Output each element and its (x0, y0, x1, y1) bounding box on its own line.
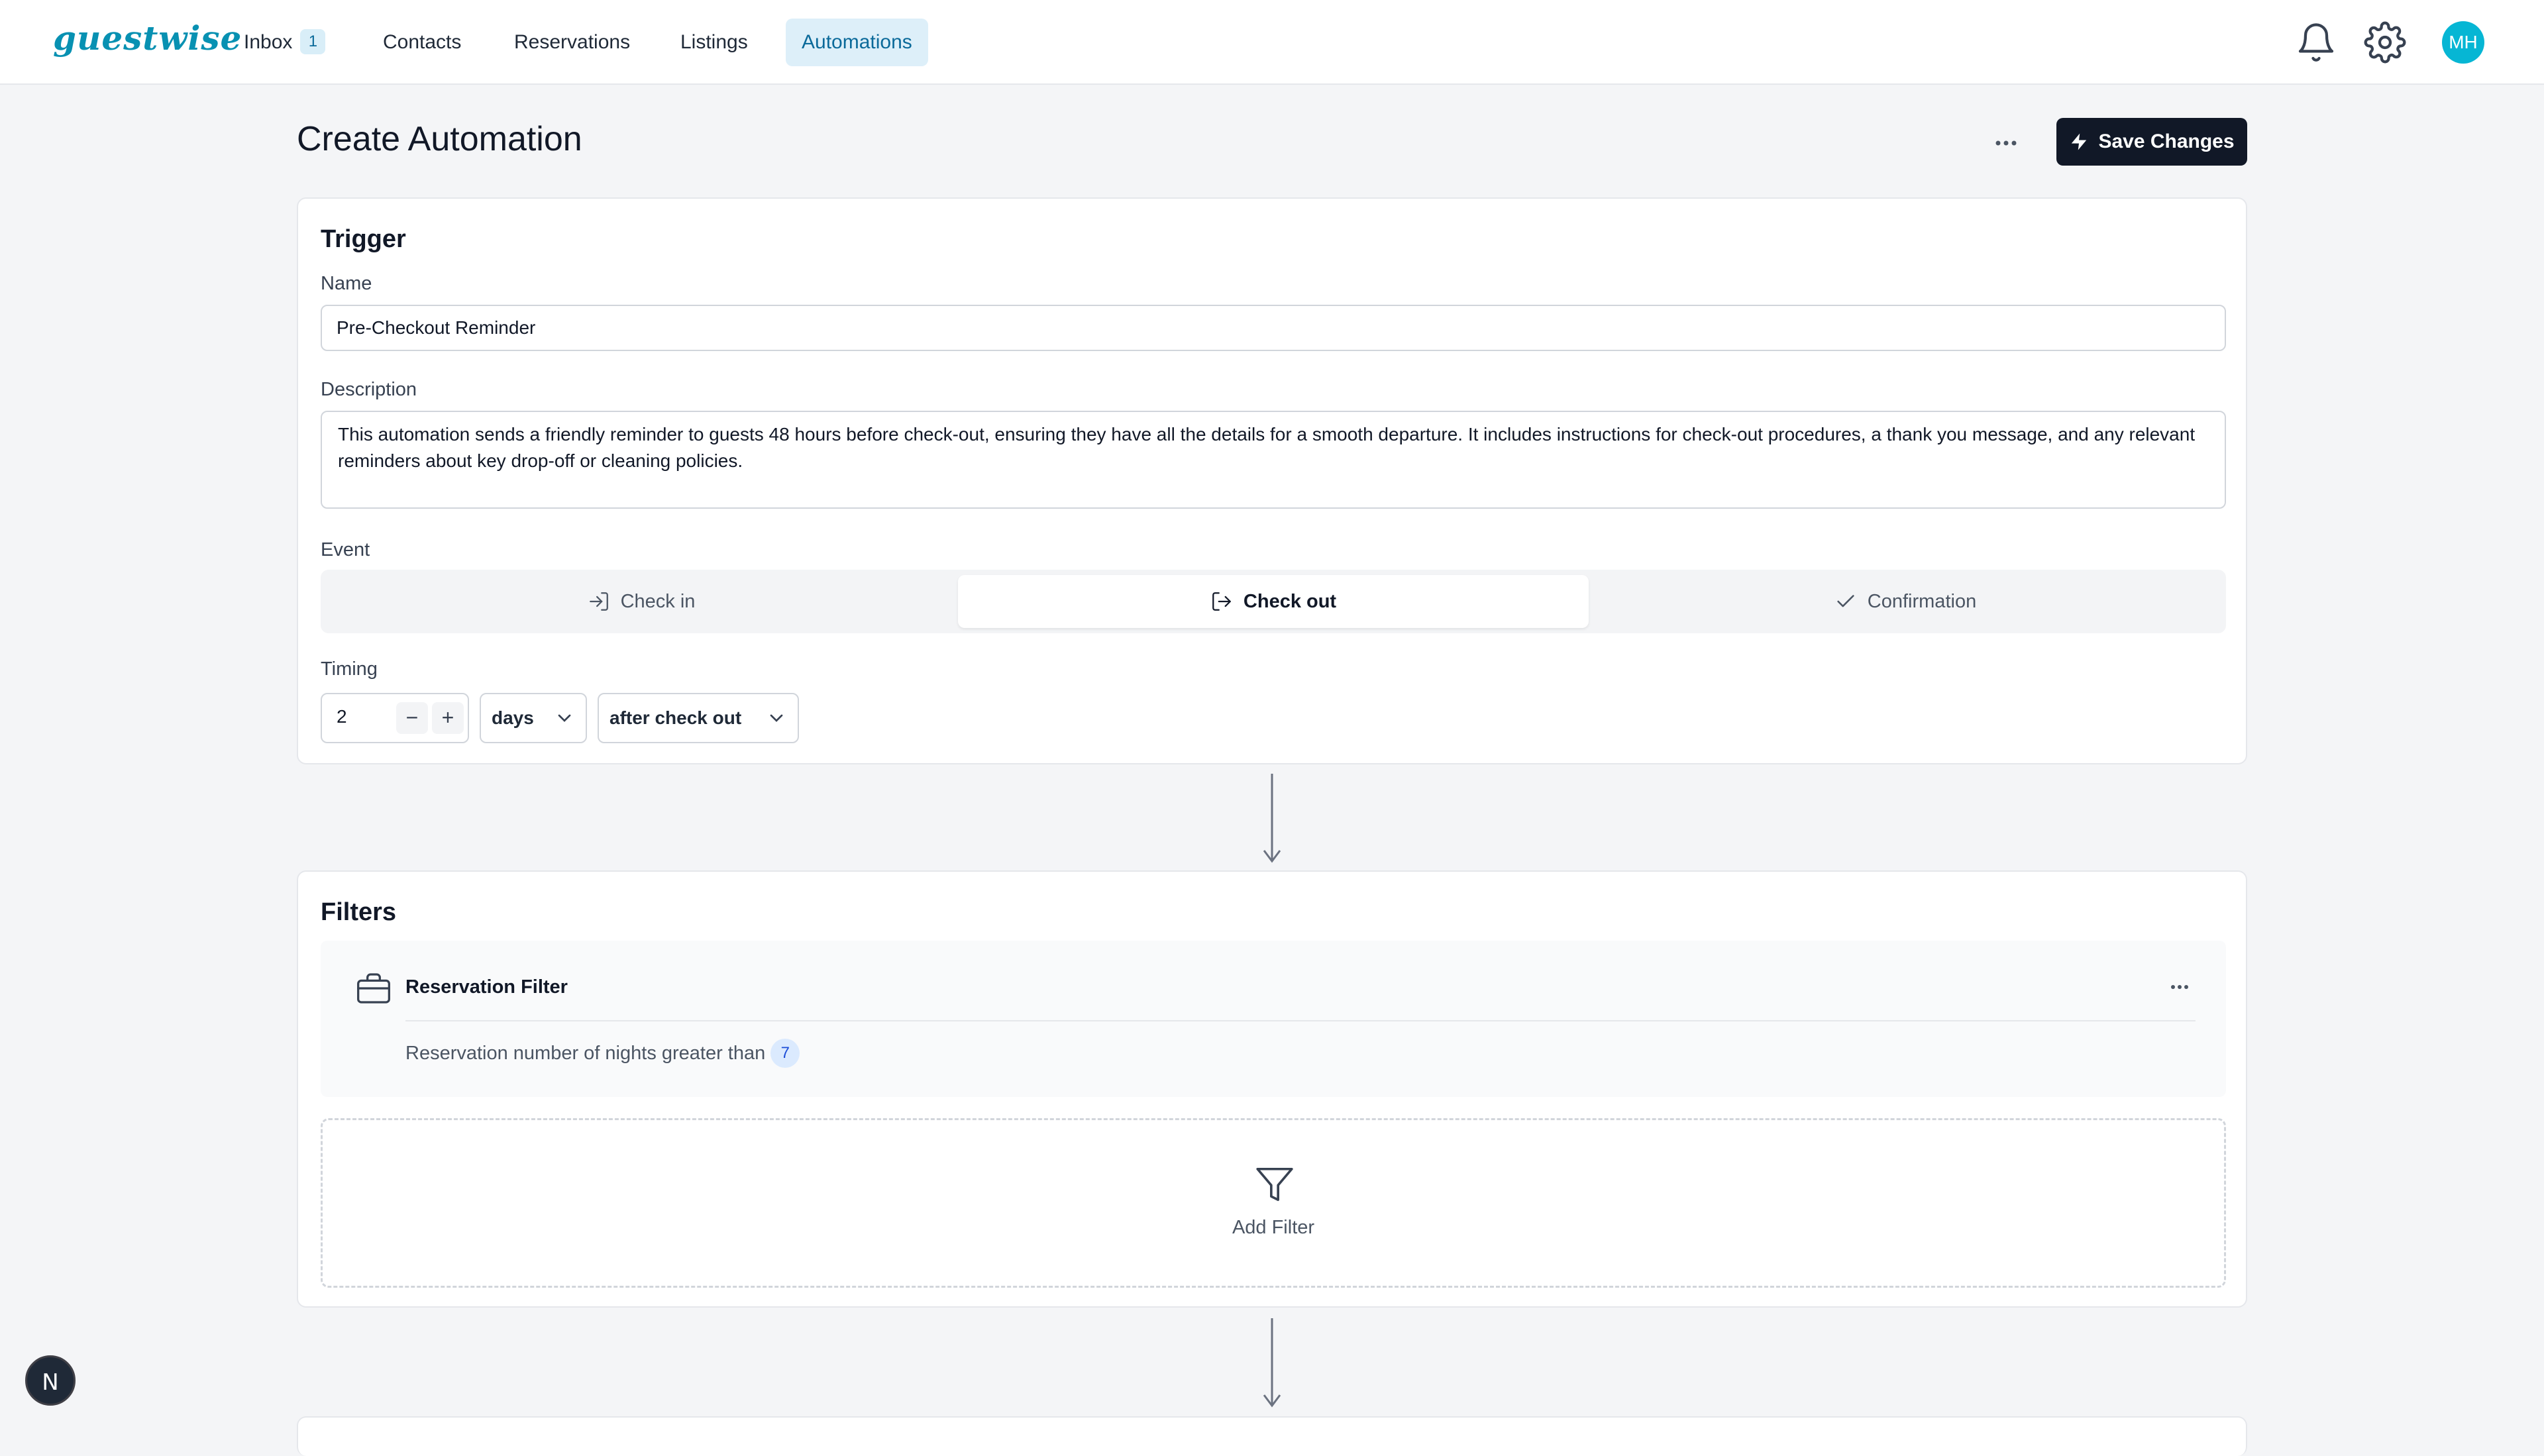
lightning-icon (2072, 133, 2087, 150)
chevron-down-icon (558, 714, 571, 722)
automation-name-input[interactable] (321, 305, 2226, 351)
save-button-label: Save Changes (2098, 130, 2235, 152)
flow-arrow-down-icon (1263, 1318, 1281, 1408)
event-option-label: Check out (1243, 590, 1337, 612)
timing-quantity-value[interactable]: 2 (337, 706, 347, 727)
event-segmented-control: Check in Check out Confirmation (321, 570, 2226, 633)
reservation-filter-item[interactable]: Reservation Filter Reservation number of… (321, 941, 2226, 1097)
timing-quantity-stepper: 2 − + (321, 693, 469, 743)
filter-more-options-icon[interactable] (2164, 974, 2196, 1000)
event-option-check-in[interactable]: Check in (326, 575, 957, 628)
timing-unit-select[interactable]: days (480, 693, 587, 743)
logout-icon (1212, 592, 1231, 611)
page-title: Create Automation (297, 120, 582, 158)
trigger-card: Trigger Name Description This automation… (297, 197, 2247, 764)
nav-item-inbox[interactable]: Inbox 1 (228, 19, 341, 66)
check-icon (1837, 595, 1854, 607)
filter-condition: Reservation number of nights greater tha… (405, 1039, 800, 1068)
top-nav-bar: guestwise Inbox 1 Contacts Reservations L… (0, 0, 2544, 85)
event-option-check-out[interactable]: Check out (958, 575, 1589, 628)
nav-item-automations[interactable]: Automations (786, 19, 928, 66)
login-icon (589, 592, 608, 611)
filters-card: Filters Reservation Filter Reservation n… (297, 870, 2247, 1308)
filters-title: Filters (321, 898, 397, 926)
briefcase-icon (357, 973, 390, 1004)
ellipsis-icon (1995, 140, 2017, 146)
description-textarea[interactable]: This automation sends a friendly reminde… (321, 411, 2226, 509)
flow-arrow-down-icon (1263, 774, 1281, 863)
nav-item-label: Inbox (244, 31, 293, 53)
add-filter-label: Add Filter (1232, 1217, 1315, 1238)
inbox-count-badge: 1 (300, 29, 326, 55)
timing-unit-value: days (492, 707, 534, 728)
event-option-label: Check in (620, 590, 696, 612)
gear-icon[interactable] (2364, 21, 2406, 64)
timing-relation-select[interactable]: after check out (598, 693, 799, 743)
timing-label: Timing (321, 658, 378, 680)
event-option-label: Confirmation (1867, 590, 1977, 612)
filter-condition-text: Reservation number of nights greater tha… (405, 1042, 766, 1064)
user-avatar[interactable]: MH (2442, 21, 2484, 64)
name-label: Name (321, 273, 372, 294)
event-option-confirmation[interactable]: Confirmation (1590, 575, 2221, 628)
increment-button[interactable]: + (432, 702, 464, 734)
nav-item-contacts[interactable]: Contacts (367, 19, 477, 66)
description-label: Description (321, 379, 417, 400)
trigger-title: Trigger (321, 225, 406, 253)
dev-tools-badge[interactable]: N (25, 1355, 76, 1406)
save-changes-button[interactable]: Save Changes (2056, 118, 2247, 166)
divider (405, 1020, 2196, 1021)
app-logo[interactable]: guestwise (53, 19, 242, 58)
nav-item-listings[interactable]: Listings (664, 19, 764, 66)
decrement-button[interactable]: − (396, 702, 428, 734)
bell-icon[interactable] (2295, 21, 2337, 64)
add-filter-button[interactable]: Add Filter (321, 1118, 2226, 1288)
actions-card (297, 1416, 2247, 1456)
timing-relation-value: after check out (610, 707, 742, 728)
nav-item-reservations[interactable]: Reservations (498, 19, 646, 66)
filter-value-badge: 7 (770, 1039, 800, 1068)
more-options-button[interactable] (1982, 125, 2030, 162)
funnel-icon (1256, 1167, 1293, 1202)
filter-title: Reservation Filter (405, 976, 568, 998)
chevron-down-icon (770, 714, 783, 722)
event-label: Event (321, 539, 370, 560)
